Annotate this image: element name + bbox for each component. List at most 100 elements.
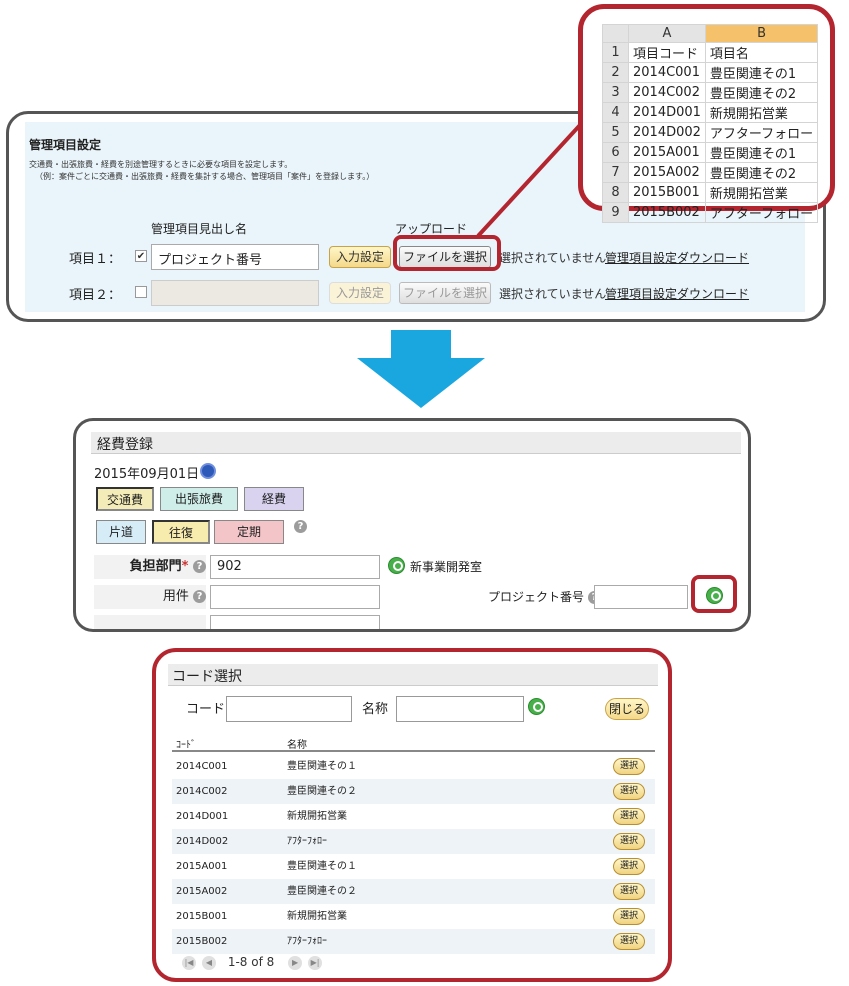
prev-page-icon[interactable]: ◀ bbox=[202, 955, 216, 970]
cell-name: 豊臣関連その2 bbox=[704, 82, 819, 103]
item-2-input-settings-button[interactable]: 入力設定 bbox=[329, 282, 391, 304]
column-header-name: 名称 bbox=[287, 740, 307, 751]
cell-name: 豊臣関連その2 bbox=[704, 162, 819, 183]
row-number: 9 bbox=[602, 202, 629, 223]
dept-input[interactable]: 902 bbox=[210, 555, 380, 579]
subtab-one-way[interactable]: 片道 bbox=[96, 520, 146, 544]
row-number: 2 bbox=[602, 62, 629, 83]
item-1-input-settings-button[interactable]: 入力設定 bbox=[329, 246, 391, 268]
search-icon[interactable] bbox=[388, 557, 405, 574]
settings-description-example: （例：案件ごとに交通費・出張旅費・経費を集計する場合、管理項目「案件」を登録しま… bbox=[35, 172, 375, 181]
row-number: 8 bbox=[602, 182, 629, 203]
search-icon[interactable] bbox=[528, 698, 545, 715]
spreadsheet-row: 6 2015A001 豊臣関連その1 bbox=[602, 142, 819, 163]
cell-name: 新規開拓営業 bbox=[704, 102, 819, 123]
item-2-name-input[interactable] bbox=[151, 280, 319, 306]
row-name: 豊臣関連その２ bbox=[287, 786, 357, 797]
select-button[interactable]: 選択 bbox=[613, 933, 645, 950]
select-button[interactable]: 選択 bbox=[613, 858, 645, 875]
item-1-download-link[interactable]: 管理項目設定ダウンロード bbox=[605, 249, 749, 266]
item-2-no-file-text: 選択されていません bbox=[499, 287, 607, 301]
table-row: 2015A002 豊臣関連その２ 選択 bbox=[172, 879, 655, 904]
cell-name: 豊臣関連その1 bbox=[704, 142, 819, 163]
down-arrow-icon bbox=[357, 330, 485, 408]
item-1-checkbox[interactable]: ✔ bbox=[135, 250, 147, 262]
spreadsheet-row: 1 項目コード 項目名 bbox=[602, 42, 819, 63]
next-row-input[interactable] bbox=[210, 615, 380, 629]
help-icon[interactable]: ? bbox=[294, 520, 307, 533]
cell-name: 項目名 bbox=[704, 42, 819, 63]
item-2-checkbox[interactable] bbox=[135, 286, 147, 298]
cell-code: 2015A002 bbox=[628, 162, 706, 183]
last-page-icon[interactable]: ▶| bbox=[308, 955, 323, 970]
cell-name: アフターフォロー bbox=[704, 122, 819, 143]
column-header-a: A bbox=[628, 24, 706, 43]
cell-code: 項目コード bbox=[628, 42, 706, 63]
cell-name: 新規開拓営業 bbox=[704, 182, 819, 203]
spreadsheet-row: 9 2015B002 アフターフォロー bbox=[602, 202, 819, 223]
item-1-name-input[interactable]: プロジェクト番号 bbox=[151, 244, 319, 270]
close-button[interactable]: 閉じる bbox=[605, 698, 649, 720]
item-2-download-link[interactable]: 管理項目設定ダウンロード bbox=[605, 285, 749, 302]
subtab-commuter-pass[interactable]: 定期 bbox=[214, 520, 284, 544]
project-input[interactable] bbox=[594, 585, 688, 609]
table-row: 2015B001 新規開拓営業 選択 bbox=[172, 904, 655, 929]
cell-name: アフターフォロー bbox=[704, 202, 819, 223]
select-button[interactable]: 選択 bbox=[613, 908, 645, 925]
first-page-icon[interactable]: |◀ bbox=[182, 955, 196, 970]
column-header-b: B bbox=[704, 24, 819, 43]
help-icon[interactable]: ? bbox=[193, 560, 206, 573]
project-label: プロジェクト番号 ? bbox=[488, 588, 601, 605]
spreadsheet-corner bbox=[602, 24, 629, 43]
subject-input[interactable] bbox=[210, 585, 380, 609]
calendar-icon[interactable] bbox=[200, 463, 216, 479]
item-2-choose-file-button[interactable]: ファイルを選択 bbox=[399, 282, 491, 304]
code-filter-input[interactable] bbox=[226, 696, 352, 722]
tab-business-trip[interactable]: 出張旅費 bbox=[160, 487, 238, 511]
spreadsheet-row: 7 2015A002 豊臣関連その2 bbox=[602, 162, 819, 183]
cell-name: 豊臣関連その1 bbox=[704, 62, 819, 83]
select-button[interactable]: 選択 bbox=[613, 833, 645, 850]
row-code: 2015B001 bbox=[176, 911, 228, 922]
row-number: 7 bbox=[602, 162, 629, 183]
item-2-label: 項目２： bbox=[69, 288, 122, 303]
settings-title: 管理項目設定 bbox=[29, 138, 102, 152]
subject-label-text: 用件 bbox=[162, 589, 189, 604]
cell-code: 2014D001 bbox=[628, 102, 706, 123]
dept-name: 新事業開発室 bbox=[410, 560, 483, 574]
subtab-round-trip[interactable]: 往復 bbox=[152, 520, 210, 544]
row-code: 2015A001 bbox=[176, 861, 228, 872]
select-button[interactable]: 選択 bbox=[613, 883, 645, 900]
row-number: 3 bbox=[602, 82, 629, 103]
cell-code: 2015B002 bbox=[628, 202, 706, 223]
cell-code: 2014D002 bbox=[628, 122, 706, 143]
file-button-highlight bbox=[393, 235, 501, 271]
row-name: ｱﾌﾀｰﾌｫﾛｰ bbox=[287, 936, 327, 947]
expense-panel: 経費登録 2015年09月01日 交通費 出張旅費 経費 片道 往復 定期 ? … bbox=[73, 418, 751, 632]
select-button[interactable]: 選択 bbox=[613, 808, 645, 825]
row-number: 5 bbox=[602, 122, 629, 143]
spreadsheet: A B 1 項目コード 項目名 2 2014C001 豊臣関連その1 3 2014C002… bbox=[602, 24, 819, 223]
help-icon[interactable]: ? bbox=[193, 590, 206, 603]
dept-label: 負担部門* ? bbox=[94, 555, 206, 579]
row-name: ｱﾌﾀｰﾌｫﾛｰ bbox=[287, 836, 327, 847]
row-number: 6 bbox=[602, 142, 629, 163]
item-1-label: 項目１： bbox=[69, 252, 122, 267]
spreadsheet-row: 5 2014D002 アフターフォロー bbox=[602, 122, 819, 143]
tab-transport[interactable]: 交通費 bbox=[96, 487, 154, 511]
select-button[interactable]: 選択 bbox=[613, 783, 645, 800]
code-dialog-titlebar: コード選択 bbox=[168, 664, 658, 686]
cell-code: 2014C002 bbox=[628, 82, 706, 103]
expense-titlebar: 経費登録 bbox=[91, 432, 741, 454]
row-number: 4 bbox=[602, 102, 629, 123]
subject-label: 用件 ? bbox=[94, 585, 206, 609]
table-row: 2014D001 新規開拓営業 選択 bbox=[172, 804, 655, 829]
select-button[interactable]: 選択 bbox=[613, 758, 645, 775]
row-code: 2014D002 bbox=[176, 836, 229, 847]
tab-expenses[interactable]: 経費 bbox=[244, 487, 304, 511]
dept-label-text: 負担部門 bbox=[129, 559, 182, 574]
expense-title: 経費登録 bbox=[97, 437, 153, 453]
name-filter-input[interactable] bbox=[396, 696, 524, 722]
row-code: 2015A002 bbox=[176, 886, 228, 897]
next-page-icon[interactable]: ▶ bbox=[288, 955, 303, 970]
